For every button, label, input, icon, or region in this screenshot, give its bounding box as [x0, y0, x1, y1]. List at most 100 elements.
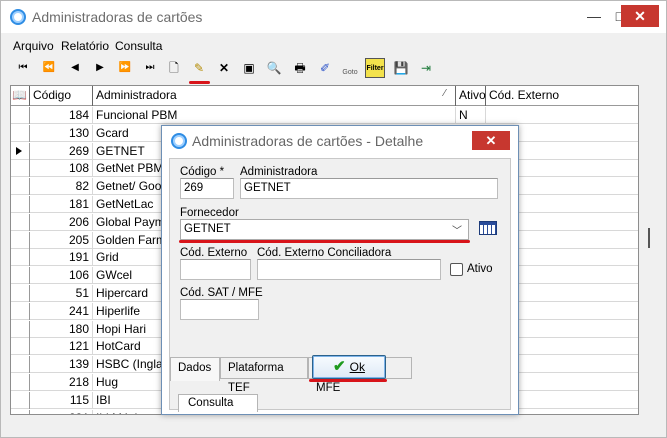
column-ativo[interactable]: Ativo	[456, 86, 486, 106]
grid-header: 📖 Código Administradora ⁄ Ativo Cód. Ext…	[11, 86, 638, 106]
next-record-icon[interactable]: ▶	[90, 58, 110, 78]
row-indicator[interactable]	[11, 178, 30, 196]
eraser-icon[interactable]: ✐	[315, 58, 335, 78]
close-button[interactable]: ✕	[621, 5, 659, 27]
previous-page-icon[interactable]: ⏪	[39, 58, 59, 78]
save-icon[interactable]: 💾	[391, 58, 411, 78]
exit-icon[interactable]: ⇥	[416, 58, 436, 78]
administradora-field[interactable]: GETNET	[240, 178, 498, 199]
cod-conciliadora-label: Cód. Externo Conciliadora	[257, 247, 392, 259]
row-ativo: N	[456, 107, 486, 124]
row-codigo: 130	[30, 124, 93, 142]
row-codigo: 108	[30, 160, 93, 178]
row-indicator[interactable]	[11, 320, 30, 338]
row-codigo: 231	[30, 409, 93, 414]
row-indicator[interactable]	[11, 374, 30, 391]
administradora-label: Administradora	[240, 166, 318, 178]
edit-record-icon[interactable]: ✎	[189, 58, 209, 78]
cod-externo-field[interactable]	[180, 259, 251, 280]
dialog-close-button[interactable]: ✕	[472, 131, 510, 150]
calendar-grid-icon[interactable]	[479, 221, 497, 235]
row-codigo: 241	[30, 302, 93, 320]
fornecedor-annotation-underline	[179, 240, 470, 243]
row-indicator[interactable]	[11, 213, 30, 231]
row-codigo: 180	[30, 320, 93, 338]
column-cod-externo[interactable]: Cód. Externo	[486, 86, 638, 106]
chevron-down-icon: ﹀	[452, 226, 462, 237]
row-indicator[interactable]	[11, 107, 30, 124]
vertical-scrollbar[interactable]	[643, 85, 657, 415]
row-codigo: 51	[30, 285, 93, 302]
column-administradora[interactable]: Administradora	[93, 86, 456, 106]
menu-arquivo[interactable]: Arquivo	[13, 39, 54, 53]
window-title: Administradoras de cartões	[32, 9, 203, 25]
title-bar: Administradoras de cartões — □ ✕	[1, 1, 666, 33]
fornecedor-select[interactable]: GETNET ﹀	[180, 219, 469, 240]
menu-relatorio[interactable]: Relatório	[61, 39, 109, 53]
first-record-icon[interactable]: ⏮	[13, 58, 33, 78]
codigo-field[interactable]: 269	[180, 178, 234, 199]
row-indicator[interactable]	[11, 124, 30, 142]
row-indicator[interactable]	[11, 391, 30, 409]
row-administradora: Funcional PBM	[93, 107, 456, 124]
row-codigo: 181	[30, 196, 93, 213]
row-indicator[interactable]	[11, 302, 30, 320]
new-record-icon[interactable]: 🗋	[164, 58, 184, 78]
tab-consulta[interactable]: Consulta	[178, 394, 258, 412]
next-page-icon[interactable]: ⏩	[115, 58, 135, 78]
row-codigo: 206	[30, 213, 93, 231]
row-codigo: 269	[30, 142, 93, 160]
row-indicator[interactable]	[11, 231, 30, 249]
ok-button-label: Ok	[349, 360, 365, 374]
fornecedor-label: Fornecedor	[180, 207, 239, 219]
previous-record-icon[interactable]: ◀	[65, 58, 85, 78]
goto-icon[interactable]: Goto	[340, 58, 360, 78]
column-codigo[interactable]: Código	[30, 86, 93, 106]
row-indicator[interactable]	[11, 142, 30, 160]
row-indicator[interactable]	[11, 196, 30, 213]
checkmark-icon: ✔	[333, 358, 346, 375]
cod-sat-field[interactable]	[180, 299, 259, 320]
fornecedor-value: GETNET	[184, 223, 231, 235]
cod-externo-label: Cód. Externo	[180, 247, 248, 259]
print-icon[interactable]: 🖶	[290, 58, 310, 78]
delete-record-icon[interactable]: ✕	[214, 58, 234, 78]
codigo-label: Código *	[180, 166, 225, 178]
row-indicator[interactable]	[11, 160, 30, 178]
ok-button[interactable]: ✔ Ok	[312, 355, 386, 379]
table-row[interactable]: 184 Funcional PBM N	[11, 107, 638, 124]
filter-icon[interactable]: Filter	[365, 58, 385, 78]
scroll-thumb[interactable]	[648, 228, 650, 248]
row-codigo: 191	[30, 249, 93, 267]
row-indicator[interactable]	[11, 356, 30, 374]
row-codigo: 121	[30, 338, 93, 356]
last-record-icon[interactable]: ⏭	[140, 58, 160, 78]
tab-plataforma-tef[interactable]: Plataforma TEF	[220, 357, 308, 394]
toolbar: ⏮ ⏪ ◀ ▶ ⏩ ⏭ 🗋 ✎ ✕ ▣ 🔍 🖶 ✐ Goto Filter 💾 …	[1, 57, 666, 79]
row-cod-externo	[486, 107, 638, 124]
menu-bar: Arquivo Relatório Consulta	[1, 37, 666, 55]
tab-dados[interactable]: Dados	[170, 357, 220, 381]
cod-sat-label: Cód. SAT / MFE	[180, 287, 263, 299]
ok-annotation-underline	[309, 379, 387, 382]
cod-conciliadora-field[interactable]	[257, 259, 441, 280]
row-indicator[interactable]	[11, 338, 30, 356]
ativo-checkbox[interactable]	[450, 263, 463, 276]
menu-consulta[interactable]: Consulta	[115, 39, 162, 53]
row-indicator[interactable]	[11, 285, 30, 302]
print-preview-icon[interactable]: 🔍	[264, 58, 284, 78]
grid-book-icon: 📖	[11, 86, 30, 106]
dialog-title-bar: Administradoras de cartões - Detalhe ✕	[162, 126, 518, 156]
main-window: Administradoras de cartões — □ ✕ Arquivo…	[0, 0, 667, 438]
row-codigo: 106	[30, 267, 93, 285]
row-codigo: 184	[30, 107, 93, 124]
row-codigo: 82	[30, 178, 93, 196]
app-icon	[10, 9, 26, 25]
row-indicator[interactable]	[11, 409, 30, 414]
properties-icon[interactable]: ▣	[239, 58, 259, 78]
row-indicator[interactable]	[11, 249, 30, 267]
dialog-title: Administradoras de cartões - Detalhe	[192, 133, 424, 149]
row-indicator[interactable]	[11, 267, 30, 285]
row-codigo: 115	[30, 391, 93, 409]
sort-icon: ⁄	[444, 88, 446, 99]
